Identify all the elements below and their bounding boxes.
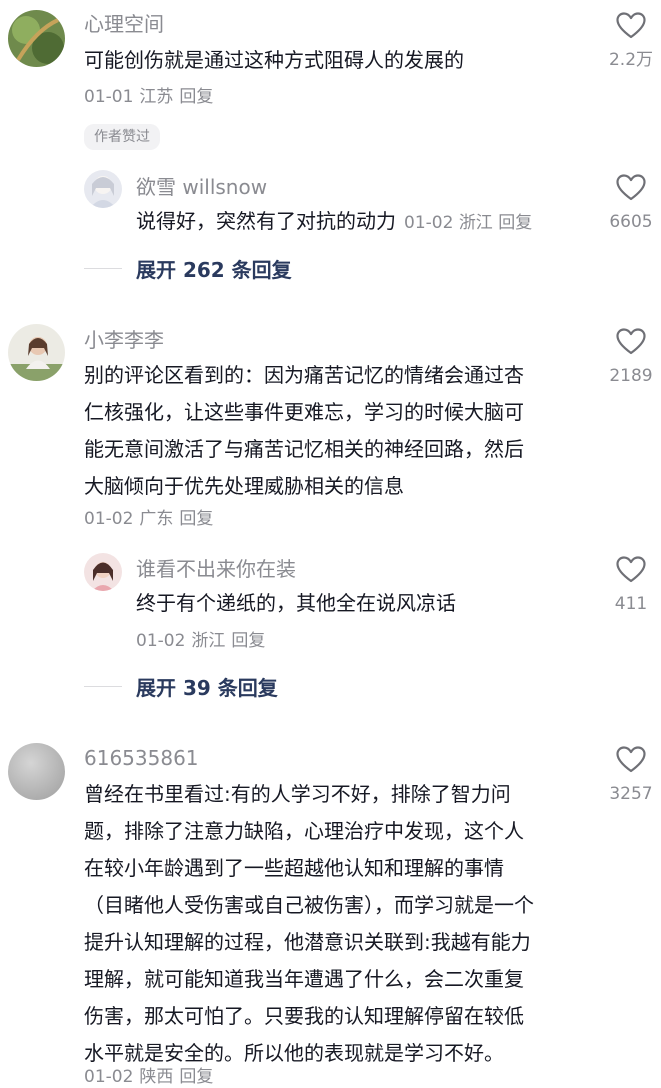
like-count: 6605 — [609, 212, 653, 232]
like-button[interactable]: 2189 — [601, 328, 661, 387]
avatar[interactable] — [8, 743, 65, 800]
expand-replies-button[interactable]: 展开 262 条回复 — [84, 254, 292, 283]
heart-outline-icon[interactable] — [616, 556, 646, 583]
reply-location: 浙江 — [191, 631, 226, 651]
comment-meta: 01-02 陕西 回复 — [84, 1066, 219, 1088]
like-button[interactable]: 6605 — [601, 174, 661, 233]
expand-replies-button[interactable]: 展开 39 条回复 — [84, 672, 278, 701]
comment-text: 别的评论区看到的：因为痛苦记忆的情绪会通过杏 仁核强化，让这些事件更难忘，学习的… — [84, 357, 594, 505]
comment-text-line: 在较小年龄遇到了一些超越他认知和理解的事情 — [84, 856, 504, 880]
reply-username[interactable]: 谁看不出来你在装 — [136, 556, 296, 582]
like-count: 3257 — [609, 784, 653, 804]
reply-meta: 01-02 浙江 回复 — [404, 213, 532, 233]
comment-location: 广东 — [139, 509, 174, 529]
like-count: 2.2万 — [608, 50, 654, 70]
comment-text-line: 题，排除了注意力缺陷，心理治疗中发现，这个人 — [84, 819, 524, 843]
like-count: 411 — [614, 594, 648, 614]
comment-text-line: 仁核强化，让这些事件更难忘，学习的时候大脑可 — [84, 400, 524, 424]
heart-outline-icon[interactable] — [616, 328, 646, 355]
comment-date: 01-02 — [84, 1067, 134, 1087]
comment-username[interactable]: 616535861 — [84, 745, 199, 771]
expand-divider — [84, 686, 122, 687]
comment-date: 01-01 — [84, 87, 134, 107]
comment-username[interactable]: 小李李李 — [84, 327, 164, 353]
comment-meta: 01-02 广东 回复 — [84, 508, 219, 530]
heart-outline-icon[interactable] — [616, 174, 646, 201]
expand-divider — [84, 268, 122, 269]
like-button[interactable]: 411 — [601, 556, 661, 615]
reply-button[interactable]: 回复 — [179, 87, 213, 107]
author-liked-badge: 作者赞过 — [84, 124, 160, 150]
reply-button[interactable]: 回复 — [498, 213, 532, 233]
reply-date: 01-02 — [136, 631, 186, 651]
comment-text: 可能创伤就是通过这种方式阻碍人的发展的 — [84, 48, 464, 72]
reply-date: 01-02 — [404, 213, 454, 233]
heart-outline-icon[interactable] — [616, 746, 646, 773]
comment-text-line: 大脑倾向于优先处理威胁相关的信息 — [84, 474, 404, 498]
reply-avatar[interactable] — [84, 170, 122, 208]
like-button[interactable]: 3257 — [601, 746, 661, 805]
expand-label[interactable]: 展开 39 条回复 — [136, 672, 278, 701]
like-button[interactable]: 2.2万 — [601, 12, 661, 71]
reply-location: 浙江 — [458, 213, 493, 233]
comment-location: 江苏 — [139, 87, 174, 107]
comment-text-line: 提升认知理解的过程，他潜意识关联到:我越有能力 — [84, 930, 531, 954]
comment-text-line: 别的评论区看到的：因为痛苦记忆的情绪会通过杏 — [84, 363, 524, 387]
reply-text: 说得好，突然有了对抗的动力 — [136, 209, 396, 233]
reply-text: 终于有个递纸的，其他全在说风凉话 — [136, 591, 456, 615]
reply-text-row: 说得好，突然有了对抗的动力 01-02 浙江 回复 — [136, 203, 596, 242]
expand-label[interactable]: 展开 262 条回复 — [136, 254, 292, 283]
avatar[interactable] — [8, 324, 65, 381]
comment-text: 曾经在书里看过:有的人学习不好，排除了智力问 题，排除了注意力缺陷，心理治疗中发… — [84, 776, 594, 1072]
comment-text-line: 理解，就可能知道我当年遭遇了什么，会二次重复 — [84, 967, 524, 991]
reply-username[interactable]: 欲雪 willsnow — [136, 174, 267, 200]
reply-avatar[interactable] — [84, 553, 122, 591]
comment-date: 01-02 — [84, 509, 134, 529]
reply-button[interactable]: 回复 — [179, 509, 213, 529]
comment-text-line: 曾经在书里看过:有的人学习不好，排除了智力问 — [84, 782, 511, 806]
comment-text-line: 伤害，那太可怕了。只要我的认知理解停留在较低 — [84, 1004, 524, 1028]
like-count: 2189 — [609, 366, 653, 386]
avatar[interactable] — [8, 10, 65, 67]
comment-location: 陕西 — [139, 1067, 174, 1087]
reply-button[interactable]: 回复 — [179, 1067, 213, 1087]
comment-text-line: （目睹他人受伤害或自己被伤害），而学习就是一个 — [84, 893, 534, 917]
reply-meta: 01-02 浙江 回复 — [136, 630, 271, 652]
comment-text-line: 能无意间激活了与痛苦记忆相关的神经回路，然后 — [84, 437, 524, 461]
comment-meta: 01-01 江苏 回复 — [84, 86, 219, 108]
heart-outline-icon[interactable] — [616, 12, 646, 39]
reply-button[interactable]: 回复 — [231, 631, 265, 651]
comment-username[interactable]: 心理空间 — [84, 11, 164, 37]
